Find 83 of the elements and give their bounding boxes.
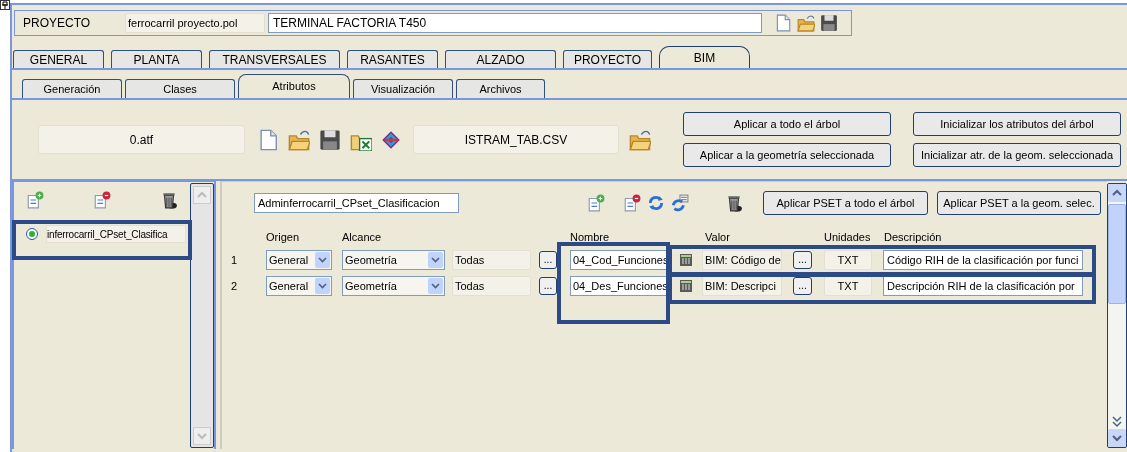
pset-name-field[interactable]: inferrocarril_CPset_Clasifica	[46, 225, 186, 243]
more-button[interactable]: ...	[539, 277, 557, 295]
sub-tab[interactable]: Atributos	[238, 74, 350, 98]
apply-button[interactable]: Inicializar los atributos del árbol	[913, 112, 1121, 136]
open-folder-icon[interactable]	[288, 128, 310, 151]
open-folder-icon[interactable]	[629, 128, 651, 151]
column-header: Unidades	[824, 229, 871, 245]
apply-button[interactable]: Aplicar a la geometría seleccionada	[683, 143, 891, 167]
sub-tab[interactable]: Archivos	[456, 79, 545, 98]
new-file-icon[interactable]	[257, 128, 279, 151]
refresh-icon[interactable]	[647, 194, 665, 212]
save-icon[interactable]	[319, 128, 341, 151]
name-field[interactable]: 04_Cod_Funciones	[570, 250, 669, 270]
origin-dropdown[interactable]: General	[266, 276, 332, 296]
apply-button[interactable]: Inicializar atr. de la geom. seleccionada	[913, 143, 1121, 167]
attribute-file-field[interactable]: 0.atf	[38, 125, 245, 154]
value-field[interactable]: BIM: Código de	[702, 250, 782, 270]
apply-pset-button[interactable]: Aplicar PSET a todo el árbol	[763, 191, 928, 215]
trash-icon[interactable]	[160, 191, 178, 209]
calculator-icon[interactable]	[678, 252, 694, 268]
chevron-down-icon[interactable]	[315, 278, 330, 294]
title-field[interactable]: TERMINAL FACTORIA T450	[268, 13, 762, 33]
calculator-icon[interactable]	[678, 278, 694, 294]
dropdown-value: Geometría	[345, 278, 397, 294]
chevron-down-icon[interactable]	[428, 278, 443, 294]
diamond-logo-icon[interactable]	[381, 129, 401, 150]
tab[interactable]: TRANSVERSALES	[209, 50, 340, 68]
scrollbar[interactable]	[1107, 183, 1127, 448]
row-number: 1	[230, 252, 239, 268]
more-button[interactable]: ...	[793, 251, 812, 269]
row-number: 2	[230, 278, 239, 294]
scope-dropdown[interactable]: Geometría	[342, 276, 445, 296]
description-field[interactable]: Descripción RIH de la clasificación por	[883, 276, 1083, 296]
sub-tab[interactable]: Generación	[22, 79, 122, 98]
units-field[interactable]: TXT	[824, 250, 872, 270]
tab[interactable]: BIM	[659, 46, 750, 68]
origin-dropdown[interactable]: General	[266, 250, 332, 270]
column-header: Descripción	[884, 229, 942, 245]
table-file-field[interactable]: ISTRAM_TAB.CSV	[413, 125, 619, 154]
name-field[interactable]: 04_Des_Funciones	[570, 276, 669, 296]
more-button[interactable]: ...	[539, 251, 557, 269]
pin-icon[interactable]	[0, 0, 10, 10]
tab[interactable]: RASANTES	[347, 50, 438, 68]
value-field[interactable]: BIM: Descripci	[702, 276, 782, 296]
scope-field[interactable]: Todas	[452, 276, 531, 296]
dropdown-value: General	[269, 278, 309, 294]
tab[interactable]: GENERAL	[13, 50, 104, 68]
more-button[interactable]: ...	[793, 277, 812, 295]
apply-button[interactable]: Aplicar a todo el árbol	[683, 112, 891, 136]
scope-field[interactable]: Todas	[452, 250, 531, 270]
dropdown-value: General	[269, 252, 309, 268]
radio-button[interactable]	[26, 228, 38, 240]
chevron-down-icon[interactable]	[315, 252, 330, 268]
refresh-list-icon[interactable]	[671, 194, 689, 212]
add-document-icon[interactable]	[587, 194, 605, 212]
column-header: Nombre	[570, 229, 610, 245]
tab[interactable]: PLANTA	[111, 50, 202, 68]
scroll-thumb[interactable]	[1108, 204, 1126, 304]
units-field[interactable]: TXT	[824, 276, 872, 296]
remove-document-icon[interactable]	[623, 194, 641, 212]
tab[interactable]: ALZADO	[445, 50, 556, 68]
scroll-up-icon[interactable]	[1108, 184, 1126, 202]
sub-tab[interactable]: Visualización	[353, 79, 453, 98]
open-folder-icon[interactable]	[797, 14, 815, 32]
column-header: Valor	[705, 229, 730, 245]
trash-icon[interactable]	[725, 194, 743, 212]
remove-document-icon[interactable]	[93, 191, 111, 209]
dropdown-value: Geometría	[345, 252, 397, 268]
scope-dropdown[interactable]: Geometría	[342, 250, 445, 270]
apply-pset-button[interactable]: Aplicar PSET a la geom. selec.	[937, 191, 1101, 215]
sub-tab[interactable]: Clases	[125, 79, 235, 98]
column-header: Alcance	[342, 229, 382, 245]
description-field[interactable]: Código RIH de la clasificación por funci	[883, 250, 1083, 270]
file-field[interactable]: ferrocarril proyecto.pol	[125, 13, 265, 33]
new-file-icon[interactable]	[774, 14, 792, 32]
tab[interactable]: PROYECTO	[563, 50, 652, 68]
column-header: Origen	[266, 229, 300, 245]
add-document-icon[interactable]	[26, 191, 44, 209]
save-icon[interactable]	[820, 14, 838, 32]
pset-name-field[interactable]: Adminferrocarril_CPset_Clasificacion	[254, 193, 459, 213]
scroll-down-icon[interactable]	[1108, 429, 1126, 447]
project-label: PROYECTO	[22, 15, 92, 32]
chevron-down-icon[interactable]	[428, 252, 443, 268]
